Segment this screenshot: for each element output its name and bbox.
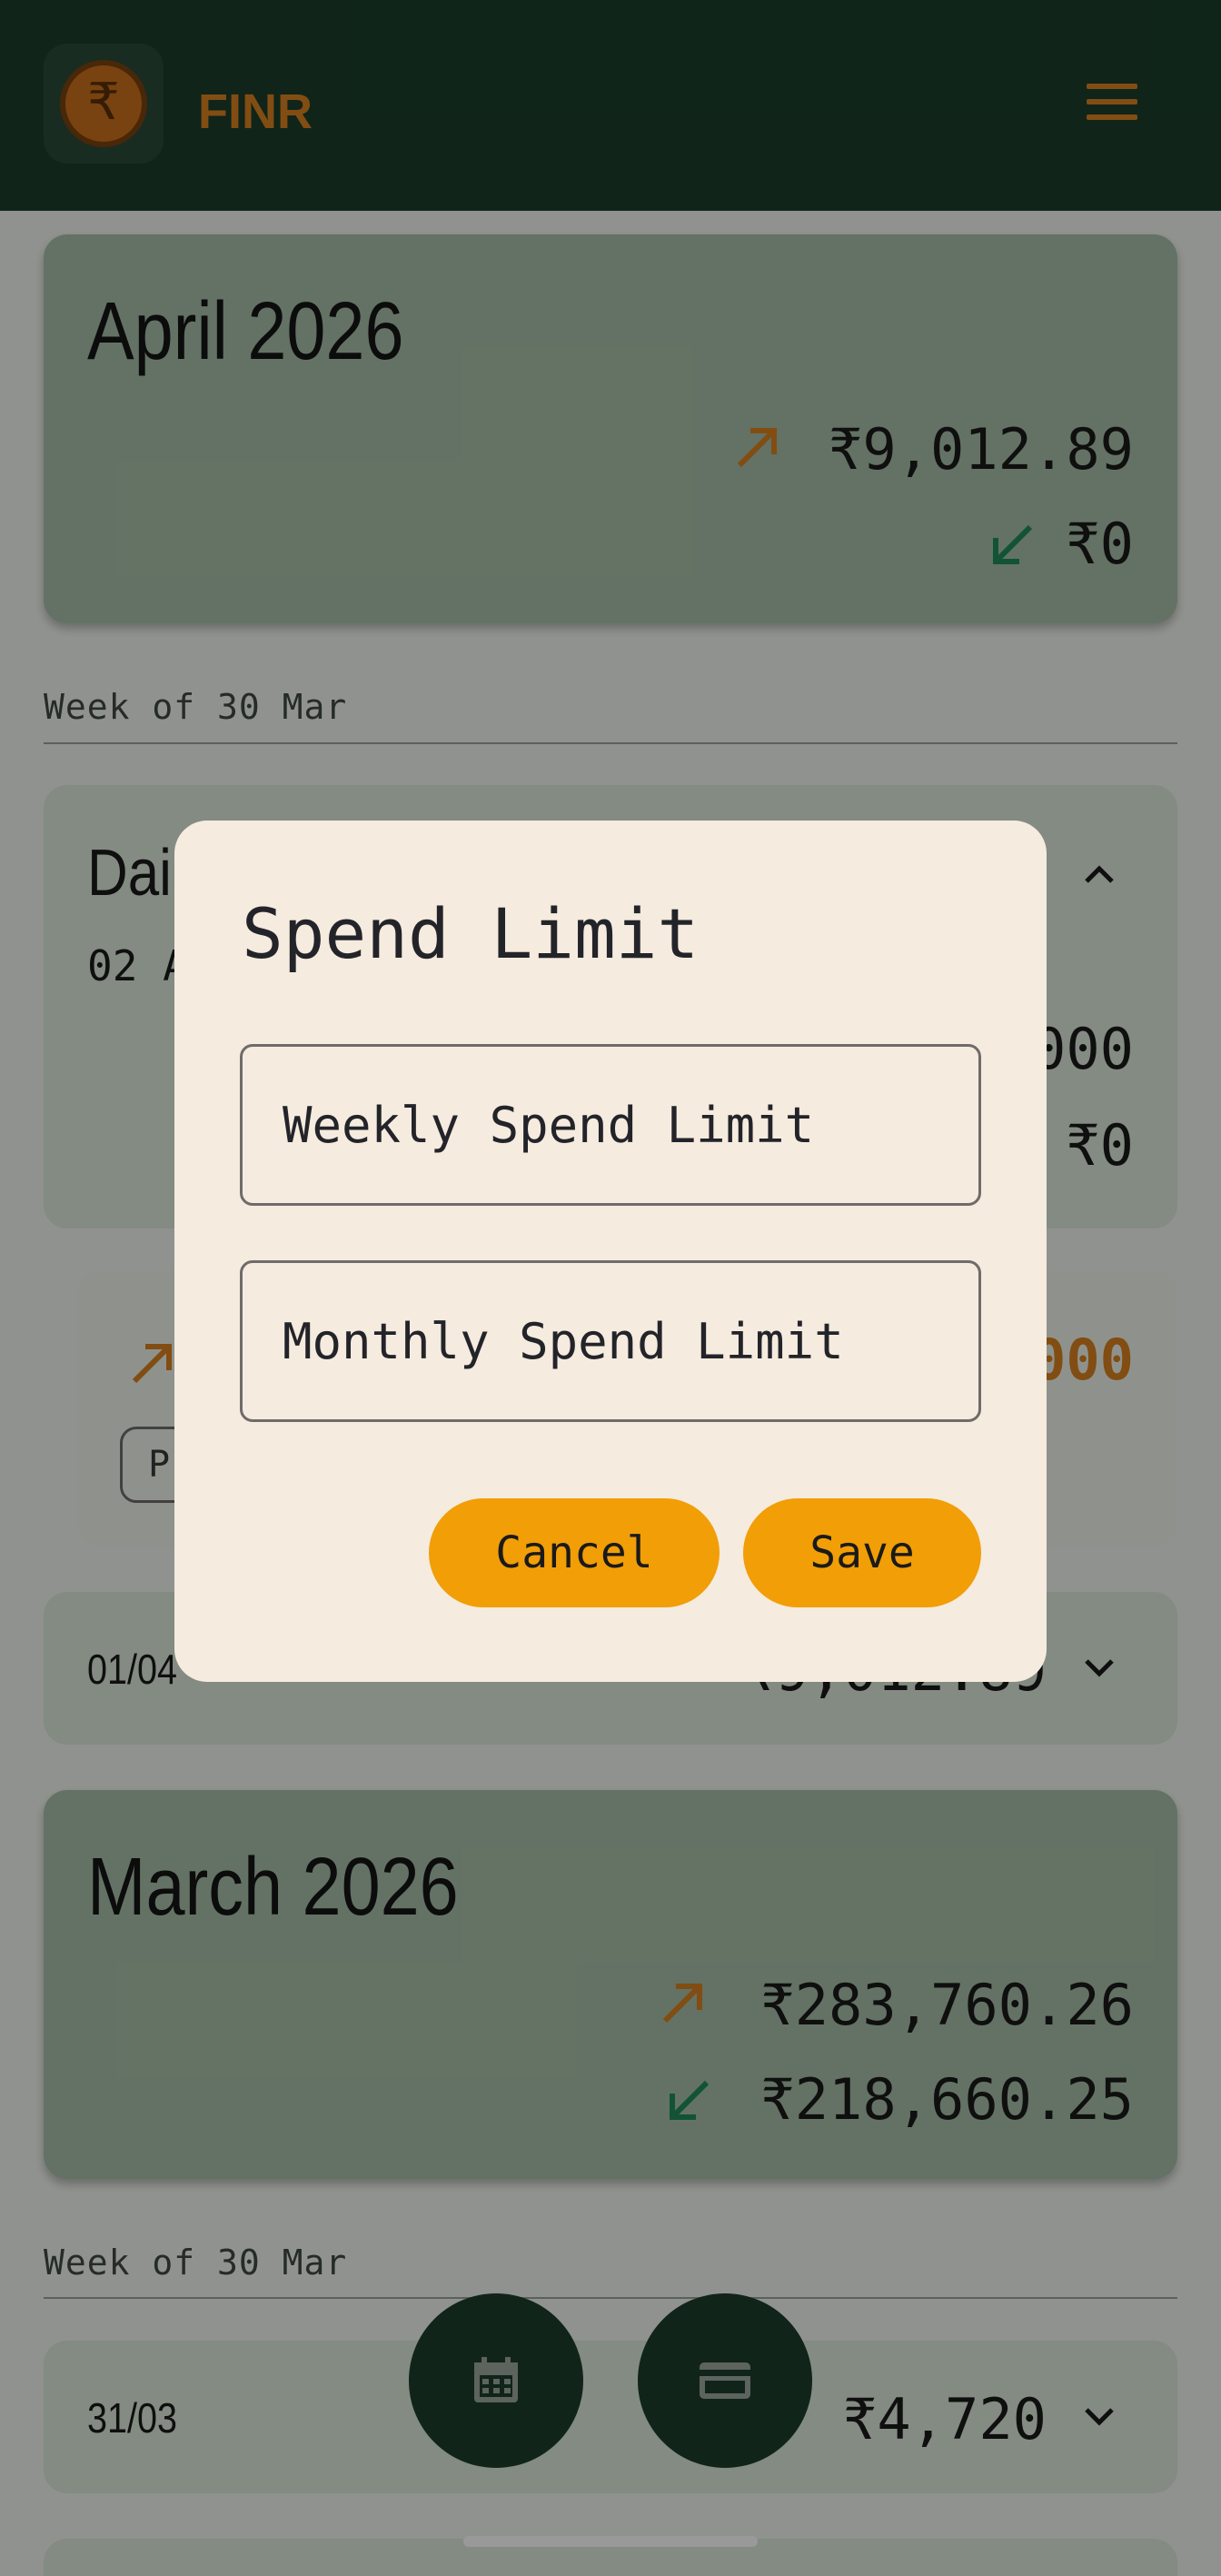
save-button[interactable]: Save <box>743 1498 981 1607</box>
cancel-button[interactable]: Cancel <box>429 1498 720 1607</box>
weekly-limit-field[interactable] <box>240 1044 981 1206</box>
weekly-limit-input[interactable] <box>283 1047 955 1203</box>
monthly-limit-field[interactable] <box>240 1260 981 1422</box>
monthly-limit-input[interactable] <box>283 1263 955 1419</box>
dialog-title: Spend Limit <box>242 893 700 974</box>
spend-limit-dialog: Spend Limit Cancel Save <box>174 821 1047 1682</box>
